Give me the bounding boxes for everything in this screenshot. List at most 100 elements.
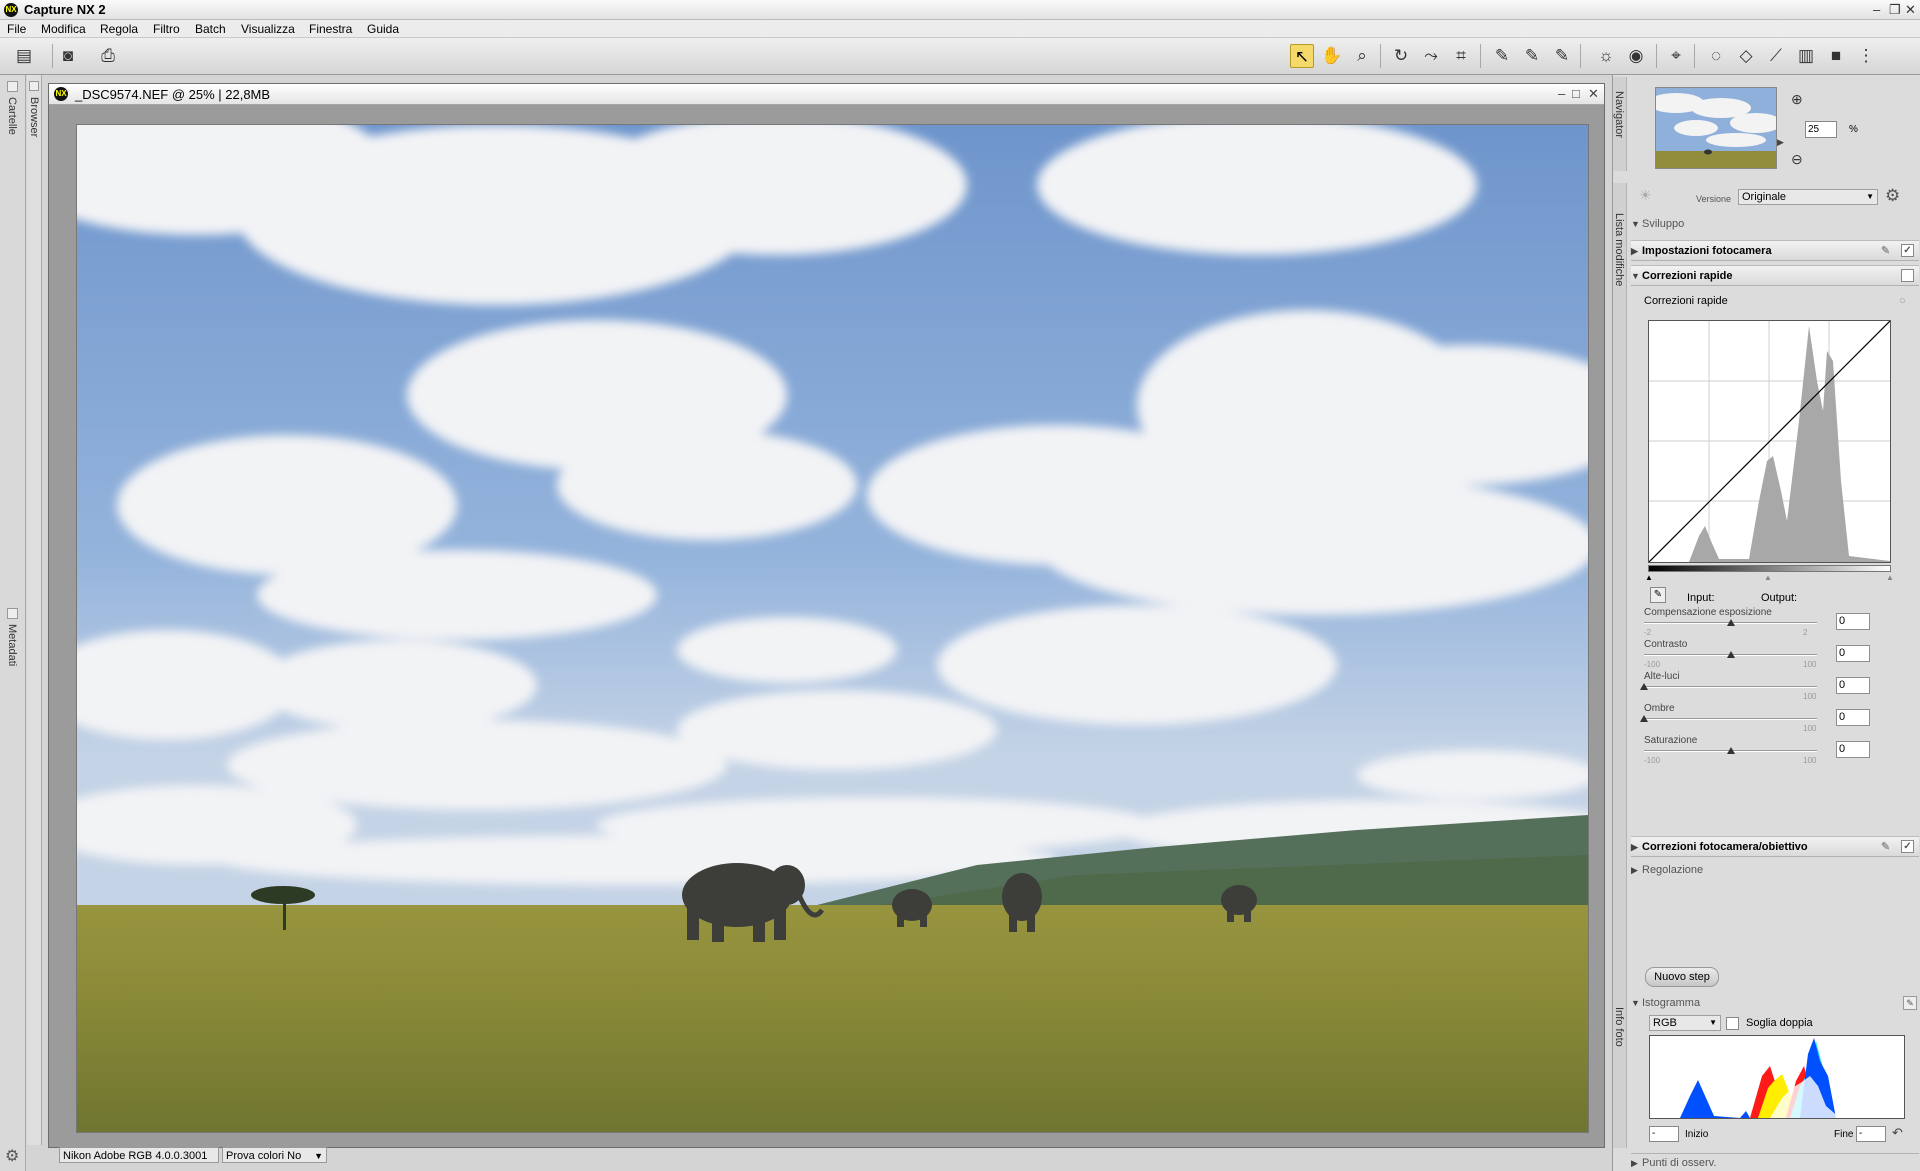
menu-modifica[interactable]: Modifica: [41, 21, 86, 37]
folders-toggle-icon[interactable]: [7, 81, 18, 92]
slider-thumb[interactable]: [1726, 747, 1735, 754]
close-button[interactable]: ✕: [1905, 1, 1916, 19]
photo-info-tab[interactable]: Info foto: [1613, 1007, 1625, 1047]
metadata-tab[interactable]: Metadati: [6, 624, 18, 666]
camera-lens-checkbox[interactable]: ✓: [1901, 840, 1914, 853]
fill-icon[interactable]: ■: [1824, 44, 1848, 68]
slider-track[interactable]: [1644, 718, 1817, 720]
slider-value-input[interactable]: 0: [1836, 709, 1870, 726]
slider-value-input[interactable]: 0: [1836, 613, 1870, 630]
slider-thumb[interactable]: [1640, 683, 1648, 690]
slider-track[interactable]: [1644, 686, 1817, 688]
browser-tab[interactable]: Browser: [28, 97, 40, 137]
collapse-arrow-icon: ▶: [1631, 842, 1638, 852]
more-icon[interactable]: ⋮: [1854, 44, 1878, 68]
quick-fix-header[interactable]: ▼ Correzioni rapide: [1631, 265, 1919, 286]
app-title: Capture NX 2: [24, 2, 106, 17]
menu-guida[interactable]: Guida: [367, 21, 399, 37]
camera-settings-header[interactable]: ▶ Impostazioni fotocamera ✎ ✓: [1631, 240, 1919, 261]
zoom-input[interactable]: 25: [1805, 121, 1837, 138]
end-input[interactable]: -: [1856, 1126, 1886, 1142]
slider-max: 100: [1803, 660, 1817, 669]
white-point-slider-icon[interactable]: ▲: [1886, 573, 1894, 582]
zoom-slider-arrow-icon[interactable]: ▶: [1777, 137, 1784, 148]
doc-close-button[interactable]: ✕: [1588, 85, 1599, 103]
navigator-thumbnail[interactable]: [1655, 87, 1777, 169]
watch-points-header[interactable]: ▶ Punti di osserv.: [1631, 1153, 1919, 1171]
histogram-tool-icon[interactable]: ✎: [1903, 996, 1917, 1010]
dropdown-arrow-icon: ▼: [1866, 192, 1874, 201]
browser-toggle-icon[interactable]: [29, 81, 39, 91]
print-icon[interactable]: ⎙: [96, 44, 120, 68]
hand-tool-icon[interactable]: ✋: [1320, 44, 1344, 68]
menu-regola[interactable]: Regola: [100, 21, 138, 37]
camera-lens-header[interactable]: ▶ Correzioni fotocamera/obiettivo ✎ ✓: [1631, 836, 1919, 857]
direct-select-tool-icon[interactable]: ↖: [1290, 44, 1314, 68]
start-input[interactable]: -: [1649, 1126, 1679, 1142]
minimize-button[interactable]: –: [1873, 1, 1880, 19]
workspace-icon[interactable]: ▤: [12, 44, 36, 68]
neutral-point-icon[interactable]: ✎: [1520, 44, 1544, 68]
black-point-slider-icon[interactable]: ▲: [1645, 573, 1653, 582]
softproof-dropdown[interactable]: Prova colori No ▼: [222, 1147, 327, 1163]
left-strip-browser: Browser: [27, 75, 42, 1145]
eyedropper-icon[interactable]: ✎: [1650, 587, 1666, 603]
options-gear-icon[interactable]: ⚙: [1885, 186, 1900, 206]
menu-visualizza[interactable]: Visualizza: [241, 21, 295, 37]
reset-icon[interactable]: ✎: [1881, 837, 1890, 858]
red-eye-icon[interactable]: ◉: [1624, 44, 1648, 68]
adjust-header[interactable]: ▶ Regolazione: [1631, 860, 1919, 881]
navigator-tab[interactable]: Navigator: [1613, 91, 1625, 138]
menu-file[interactable]: File: [7, 21, 26, 37]
slider-thumb[interactable]: [1640, 715, 1648, 722]
slider-thumb[interactable]: [1726, 651, 1735, 658]
slider-thumb[interactable]: [1726, 619, 1735, 626]
photo-info-strip: Info foto: [1613, 993, 1627, 1148]
curves-graph[interactable]: [1648, 320, 1891, 563]
folders-tab[interactable]: Cartelle: [6, 97, 18, 135]
camera-settings-checkbox[interactable]: ✓: [1901, 244, 1914, 257]
brush-icon[interactable]: ⟋: [1764, 44, 1788, 68]
gradient-icon[interactable]: ▥: [1794, 44, 1818, 68]
white-point-icon[interactable]: ✎: [1550, 44, 1574, 68]
zoom-in-icon[interactable]: ⊕: [1791, 91, 1803, 108]
channel-dropdown[interactable]: RGB ▼: [1649, 1015, 1721, 1031]
rotate-icon[interactable]: ↻: [1389, 44, 1413, 68]
reset-histogram-icon[interactable]: ↶: [1892, 1125, 1903, 1141]
new-step-button[interactable]: Nuovo step: [1645, 967, 1719, 987]
settings-gear-icon[interactable]: ⚙: [5, 1146, 19, 1166]
black-point-icon[interactable]: ✎: [1490, 44, 1514, 68]
photo-canvas[interactable]: [76, 124, 1589, 1133]
midpoint-slider-icon[interactable]: ▲: [1764, 573, 1772, 582]
menu-finestra[interactable]: Finestra: [309, 21, 352, 37]
zoom-out-icon[interactable]: ⊖: [1791, 151, 1803, 168]
metadata-toggle-icon[interactable]: [7, 608, 18, 619]
crop-icon[interactable]: ⌗: [1449, 44, 1473, 68]
slider-max: 100: [1803, 692, 1817, 701]
menu-batch[interactable]: Batch: [195, 21, 226, 37]
slider-value-input[interactable]: 0: [1836, 741, 1870, 758]
menu-filtro[interactable]: Filtro: [153, 21, 180, 37]
slider-value-input[interactable]: 0: [1836, 645, 1870, 662]
edit-list-tab[interactable]: Lista modifiche: [1613, 213, 1625, 286]
auto-retouch-icon[interactable]: ☼: [1594, 44, 1618, 68]
reset-icon[interactable]: ✎: [1881, 241, 1890, 262]
doc-minimize-button[interactable]: –: [1558, 85, 1565, 103]
zoom-tool-icon[interactable]: ⌕: [1350, 44, 1374, 68]
development-header[interactable]: ▼ Sviluppo: [1631, 214, 1919, 235]
version-dropdown[interactable]: Originale ▼: [1738, 189, 1878, 205]
doc-maximize-button[interactable]: □: [1572, 85, 1580, 103]
channel-value: RGB: [1653, 1017, 1677, 1029]
lasso-icon[interactable]: ◌: [1704, 44, 1728, 68]
quick-fix-checkbox[interactable]: [1901, 269, 1914, 282]
marquee-icon[interactable]: ◇: [1734, 44, 1758, 68]
histogram-header[interactable]: ▼ Istogramma ✎: [1631, 993, 1919, 1013]
slider-value-input[interactable]: 0: [1836, 677, 1870, 694]
radio-icon[interactable]: ○: [1899, 291, 1906, 312]
slider-min: -100: [1644, 756, 1661, 765]
color-control-point-icon[interactable]: ⌖: [1664, 44, 1688, 68]
restore-button[interactable]: ❐: [1889, 1, 1901, 19]
camera-icon[interactable]: ◙: [56, 44, 80, 68]
straighten-icon[interactable]: ⤳: [1419, 44, 1443, 68]
dual-threshold-checkbox[interactable]: [1726, 1017, 1739, 1030]
